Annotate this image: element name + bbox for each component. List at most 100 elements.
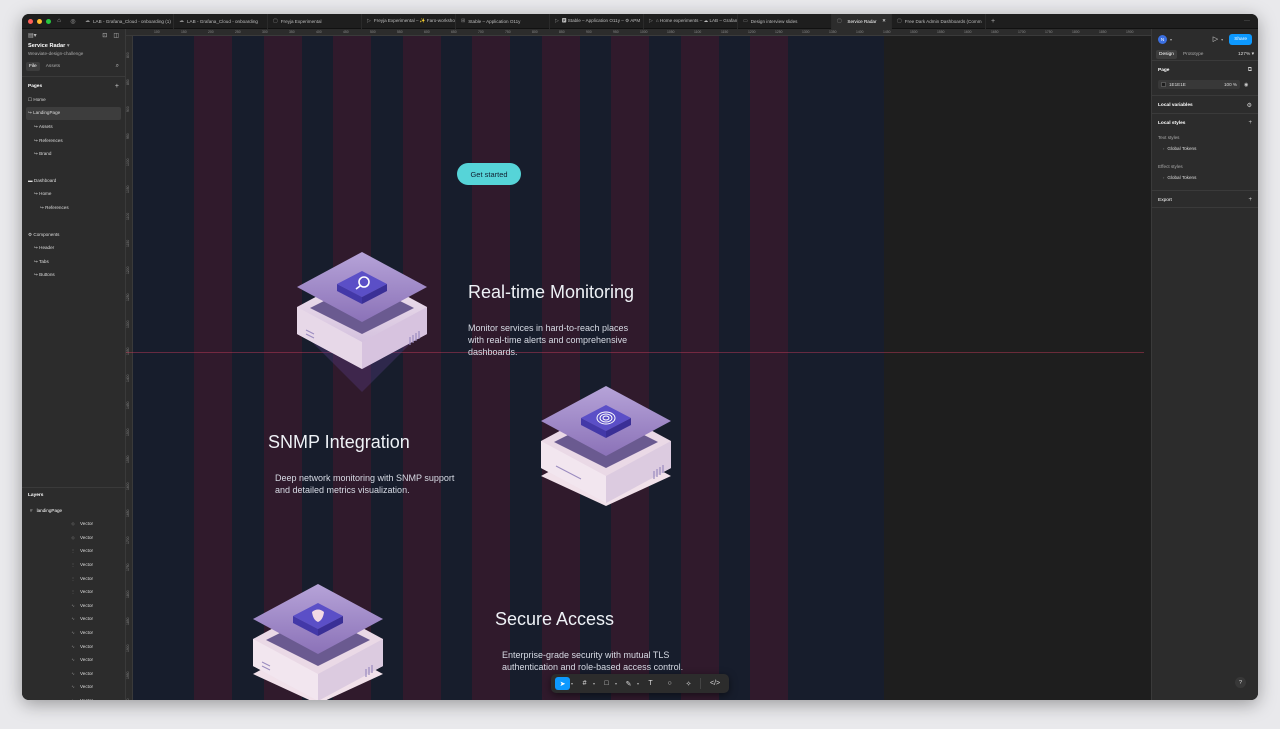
move-tool-icon[interactable]: ➤	[555, 677, 570, 690]
browser-tab[interactable]: ▢ Service Radar ✕	[832, 14, 892, 29]
pen-tool-icon[interactable]: ✎	[621, 677, 636, 690]
page-item[interactable]: ▬ Dashboard	[22, 174, 125, 188]
chevron-down-icon[interactable]: ▾	[593, 681, 595, 686]
landing-page-frame[interactable]	[133, 36, 884, 700]
text-tool-icon[interactable]: T	[643, 677, 658, 690]
chevron-down-icon[interactable]: ▾	[615, 681, 617, 686]
sidebar-toggle-icon[interactable]: ◫	[113, 32, 119, 39]
page-item[interactable]: ⚙ Components	[22, 228, 125, 242]
layer-item[interactable]: ◇ Vector	[22, 517, 126, 531]
layer-item[interactable]: ⋮ Vector	[22, 585, 126, 599]
layer-root-label: landingPage	[36, 507, 63, 513]
app-window: ⌂ ◎ ☁ LAB - Grafana_Cloud - onboarding (1…	[22, 14, 1258, 700]
globe-icon[interactable]: ◎	[66, 18, 80, 25]
dev-mode-icon[interactable]: </>	[705, 677, 725, 690]
avatar[interactable]: N	[1158, 34, 1167, 44]
page-item[interactable]: ↪ LandingPage	[26, 106, 121, 121]
variables-settings-icon[interactable]: ⚙	[1247, 102, 1252, 109]
layer-item[interactable]: ∿ Vector	[22, 667, 126, 681]
project-title[interactable]: Service Radar ▾	[22, 41, 125, 51]
ruler-tick-label: 1200	[748, 30, 756, 34]
layer-item[interactable]: ∿ Vector	[22, 639, 126, 653]
browser-tab[interactable]: ▷ ⌂ Home experiments – ☁ LAB – Grafana	[644, 14, 738, 29]
tab-design[interactable]: Design	[1156, 50, 1177, 59]
browser-tab[interactable]: ▭ Design interview slides	[738, 14, 832, 29]
browser-tab-label: Freyja Experimental	[280, 18, 322, 24]
layer-item[interactable]: ∿ Vector	[22, 612, 126, 626]
ruler-tick-label: 150	[181, 30, 187, 34]
layout-grid-column	[681, 36, 719, 700]
page-color-field[interactable]: 1E1E1E 100 %	[1158, 80, 1240, 89]
new-tab-button[interactable]: +	[986, 18, 1000, 25]
layer-item[interactable]: ∿ Vector	[22, 599, 126, 613]
page-item[interactable]: ↪ References	[22, 201, 125, 215]
page-item[interactable]: ↪ Header	[22, 241, 125, 255]
layer-root[interactable]: # landingPage	[22, 503, 126, 517]
zoom-level[interactable]: 127% ▾	[1238, 52, 1254, 57]
layer-item[interactable]: ◇ Vector	[22, 531, 126, 545]
layer-item[interactable]: ⋮ Vector	[22, 544, 126, 558]
feature-title: Secure Access	[495, 609, 615, 629]
tab-prototype[interactable]: Prototype	[1180, 50, 1207, 59]
page-color-value[interactable]: 1E1E1E	[1169, 82, 1186, 87]
comment-tool-icon[interactable]: ○	[662, 677, 677, 690]
page-color-row: 1E1E1E 100 % ◉	[1158, 80, 1252, 89]
close-tab-icon[interactable]: ✕	[882, 18, 886, 24]
maximize-window-button[interactable]	[46, 18, 51, 24]
main-menu-icon[interactable]: ▤▾	[28, 32, 37, 39]
page-settings-icon[interactable]: ⧉	[1248, 67, 1252, 74]
local-variables-header[interactable]: Local variables ⚙	[1152, 96, 1258, 113]
page-item[interactable]: ☐ Home	[22, 93, 125, 107]
local-styles-header: Local styles +	[1152, 114, 1258, 130]
page-item[interactable]: ↪ Buttons	[22, 269, 125, 283]
more-icon[interactable]: ···	[1244, 18, 1258, 24]
tab-assets[interactable]: Assets	[43, 62, 63, 71]
chevron-down-icon[interactable]: ▾	[1221, 37, 1223, 42]
ai-icon[interactable]: ⊡	[102, 32, 107, 39]
add-export-icon[interactable]: +	[1248, 197, 1252, 203]
layer-item[interactable]: ∿ Vector	[22, 694, 126, 700]
ruler-tick-label: 1400	[856, 30, 864, 34]
browser-tab[interactable]: ☁ LAB - Grafana_Cloud - onboarding (1)	[80, 14, 174, 29]
add-page-icon[interactable]: +	[115, 83, 119, 90]
eye-icon[interactable]: ◉	[1244, 82, 1248, 88]
help-button[interactable]: ?	[1235, 677, 1246, 688]
search-icon[interactable]: ⌕	[116, 63, 121, 70]
ruler-tick-label: 1700	[1018, 30, 1026, 34]
page-item[interactable]: ↪ Brand	[22, 147, 125, 161]
share-button[interactable]: Share	[1229, 33, 1252, 45]
home-icon[interactable]: ⌂	[52, 18, 66, 24]
page-opacity-value[interactable]: 100 %	[1224, 82, 1237, 87]
minimize-window-button[interactable]	[37, 18, 42, 24]
page-item[interactable]: ↪ References	[22, 134, 125, 148]
present-icon[interactable]: ▷	[1213, 35, 1218, 43]
add-style-icon[interactable]: +	[1248, 120, 1252, 126]
play-icon: ▷	[555, 18, 559, 24]
chevron-down-icon[interactable]: ▾	[637, 681, 639, 686]
browser-tab[interactable]: ▢ Freyja Experimental	[268, 14, 362, 29]
layer-item[interactable]: ⋮ Vector	[22, 571, 126, 585]
browser-tab[interactable]: ▢ Free Dark Admin Dashboards (Comm	[892, 14, 986, 29]
effect-style-group[interactable]: › Global Tokens	[1152, 171, 1258, 184]
layer-item[interactable]: ∿ Vector	[22, 653, 126, 667]
browser-tab[interactable]: ☁ LAB - Grafana_Cloud - onboarding	[174, 14, 268, 29]
browser-tab[interactable]: ⊞ Stable – Application O11y	[456, 14, 550, 29]
page-item[interactable]: ↪ Tabs	[22, 255, 125, 269]
page-item[interactable]: ↪ Assets	[22, 120, 125, 134]
layer-item[interactable]: ∿ Vector	[22, 626, 126, 640]
layer-item[interactable]: ∿ Vector	[22, 680, 126, 694]
close-window-button[interactable]	[28, 18, 33, 24]
actions-tool-icon[interactable]: ✧	[681, 677, 696, 690]
page-item[interactable]: ↪ Home	[22, 188, 125, 202]
chevron-down-icon[interactable]: ▾	[571, 681, 573, 686]
browser-tab[interactable]: ▷ Freyja Experimental – ✨ Faro-workshop	[362, 14, 456, 29]
frame-tool-icon[interactable]: #	[577, 677, 592, 690]
text-style-group[interactable]: › Global Tokens	[1152, 142, 1258, 155]
tab-file[interactable]: File	[26, 62, 40, 71]
color-swatch[interactable]	[1161, 82, 1166, 87]
chevron-down-icon[interactable]: ▾	[1170, 37, 1172, 42]
get-started-button[interactable]: Get started	[457, 163, 521, 185]
layer-item[interactable]: ⋮ Vector	[22, 558, 126, 572]
browser-tab[interactable]: ▷ 🅿 Stable – Application O11y – ⚙ APM	[550, 14, 644, 29]
rectangle-tool-icon[interactable]: □	[599, 677, 614, 690]
